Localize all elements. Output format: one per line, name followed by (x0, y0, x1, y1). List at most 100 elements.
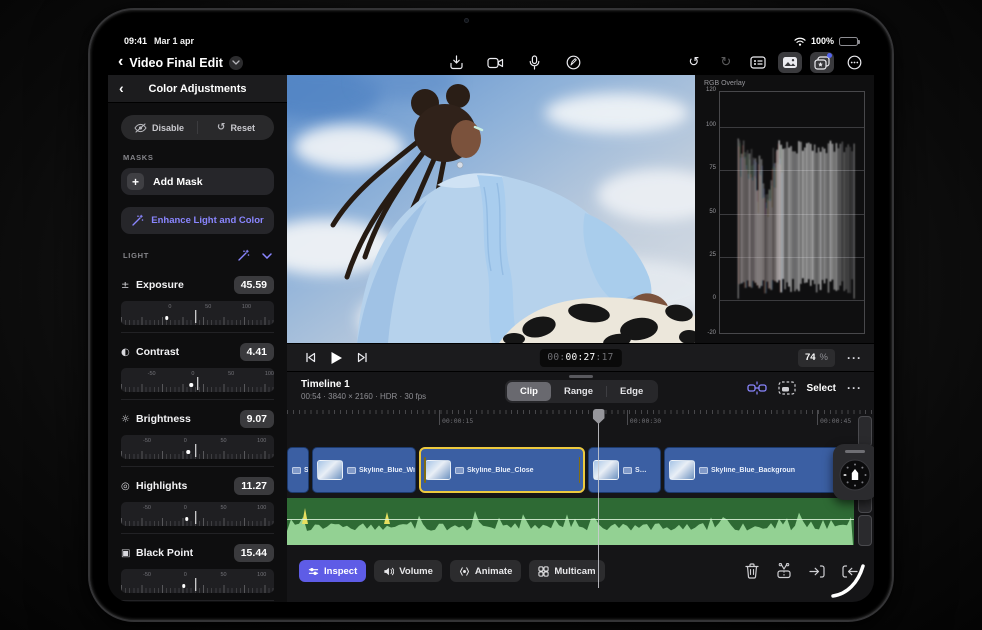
battery-percent: 100% (810, 36, 834, 46)
panel-back-chevron-icon[interactable]: ‹ (119, 81, 124, 95)
camera-icon[interactable] (483, 52, 507, 73)
undo-icon[interactable]: ↺ (682, 52, 706, 73)
disable-button[interactable]: Disable (121, 123, 197, 133)
tick-label: 0 (183, 505, 187, 511)
ruler-timecode-label: 00:00:15 (438, 410, 474, 425)
audio-waveform (287, 498, 854, 545)
project-title[interactable]: Video Final Edit (129, 56, 223, 70)
slider-exposure[interactable]: ± Exposure 45.59 0 50 100 (121, 266, 274, 332)
mode-range[interactable]: Range (551, 382, 606, 401)
scope-chart (719, 91, 865, 334)
reset-button[interactable]: ↺ Reset (198, 122, 274, 133)
slider-rail[interactable]: -50 0 50 100 (121, 569, 274, 593)
highlights-icon: ◎ (121, 480, 130, 492)
enhance-light-color-button[interactable]: Enhance Light and Color (121, 207, 274, 234)
jog-drag-bar[interactable] (845, 450, 865, 453)
light-section-header: LIGHT (123, 249, 272, 262)
select-tool-icon[interactable] (777, 381, 796, 395)
slider-rail[interactable]: 0 50 100 (121, 301, 274, 325)
slider-name: Black Point (136, 547, 194, 559)
blackpoint-icon: ▣ (121, 547, 131, 559)
slider-value[interactable]: 4.41 (239, 343, 274, 361)
clip-name: Skyline_Blue_Backgroun (711, 466, 796, 474)
import-icon[interactable] (444, 52, 468, 73)
media-browser-icon[interactable] (778, 52, 802, 73)
timeline-clip[interactable]: Skyline_Blue_Close (419, 447, 585, 493)
rail-value-marker[interactable] (195, 511, 197, 524)
back-chevron-icon[interactable]: ‹ (118, 53, 123, 70)
viewer-zoom-control[interactable]: 74% (797, 348, 835, 367)
select-label[interactable]: Select (807, 383, 836, 394)
slider-value[interactable]: 15.44 (233, 544, 274, 562)
skip-forward-icon[interactable] (357, 352, 368, 363)
ruler-timecode-label: 00:00:45 (816, 410, 852, 425)
video-preview[interactable] (287, 75, 695, 343)
slider-value[interactable]: 9.07 (239, 410, 274, 428)
slider-brightness[interactable]: ☼ Brightness 9.07 -50 0 50 100 (121, 399, 274, 466)
ruler-timecode-label: 00:00:30 (626, 410, 662, 425)
insert-icon[interactable] (809, 564, 825, 579)
timeline-ruler[interactable]: 00:00:15 00:00:30 00:00:45 (287, 410, 874, 430)
more-icon[interactable] (842, 52, 866, 73)
jog-dial-icon[interactable] (838, 458, 872, 492)
magnetic-timeline-icon[interactable] (746, 381, 767, 395)
volume-button[interactable]: Volume (374, 560, 442, 582)
light-collapse-chevron-icon[interactable] (262, 252, 272, 259)
tick-label: 0 (183, 438, 187, 444)
inspector-icon[interactable] (746, 52, 770, 73)
rail-origin-dot (185, 517, 189, 521)
volume-icon (383, 566, 395, 577)
slider-rail[interactable]: -50 0 50 100 (121, 368, 274, 392)
slider-rail[interactable]: -50 0 50 100 (121, 435, 274, 459)
effects-browser-icon[interactable] (810, 52, 834, 73)
contrast-icon: ◐ (121, 346, 130, 358)
tick-label: -50 (143, 572, 151, 578)
playhead-line (597, 412, 600, 588)
video-frame-image (287, 75, 695, 343)
clip-media-icon (347, 466, 356, 474)
mic-icon[interactable] (522, 52, 546, 73)
rail-origin-dot (165, 316, 169, 320)
slider-rail[interactable]: -50 0 50 100 (121, 502, 274, 526)
multicam-button[interactable]: Multicam (529, 560, 605, 582)
delete-icon[interactable] (745, 563, 759, 579)
animate-button[interactable]: Animate (449, 560, 522, 582)
title-dropdown-chevron-icon[interactable] (228, 55, 243, 70)
jog-wheel[interactable] (833, 444, 874, 500)
scope-tick-label: 50 (709, 208, 716, 215)
timeline-clip[interactable]: Sk… (287, 447, 309, 493)
audio-track[interactable] (287, 498, 854, 545)
scope-tick-label: 120 (705, 87, 716, 93)
skip-back-icon[interactable] (305, 352, 316, 363)
timeline-drag-handle[interactable] (568, 375, 593, 378)
timeline-clip[interactable]: Skyline_Blue_Backgroun (664, 447, 850, 493)
redo-icon[interactable]: ↻ (714, 52, 738, 73)
blade-icon[interactable] (776, 563, 792, 579)
color-panel-header: ‹ Color Adjustments (108, 75, 287, 103)
light-auto-wand-icon[interactable] (237, 249, 250, 262)
slider-value[interactable]: 45.59 (233, 276, 274, 294)
slider-blackpoint[interactable]: ▣ Black Point 15.44 -50 0 50 100 (121, 533, 274, 600)
scope-tick-label: 75 (709, 165, 716, 172)
slider-shadows[interactable]: ◉Shadows15.31-50050100 (121, 600, 274, 602)
mode-edge[interactable]: Edge (607, 382, 656, 401)
add-mask-button[interactable]: + Add Mask (121, 168, 274, 195)
rail-value-marker[interactable] (195, 444, 197, 457)
rail-value-marker[interactable] (195, 310, 197, 323)
play-button[interactable] (330, 351, 343, 365)
mode-clip[interactable]: Clip (507, 382, 551, 401)
volume-line[interactable] (287, 519, 854, 520)
rail-value-marker[interactable] (196, 377, 199, 390)
scope-tick-label: 100 (705, 121, 716, 128)
rail-value-marker[interactable] (195, 578, 197, 591)
inspect-button[interactable]: Inspect (299, 560, 367, 582)
slider-value[interactable]: 11.27 (234, 477, 274, 495)
slider-name: Exposure (136, 279, 184, 291)
multicam-icon (538, 565, 549, 577)
pencil-icon[interactable] (561, 52, 585, 73)
slider-highlights[interactable]: ◎ Highlights 11.27 -50 0 50 100 (121, 466, 274, 533)
tick-label: 50 (220, 438, 227, 444)
timeline-clip[interactable]: Skyline_Blue_Wide (312, 447, 416, 493)
timeline-toolbar: Inspect Volume Animate Multicam (287, 554, 874, 588)
slider-contrast[interactable]: ◐ Contrast 4.41 -50 0 50 100 (121, 332, 274, 399)
